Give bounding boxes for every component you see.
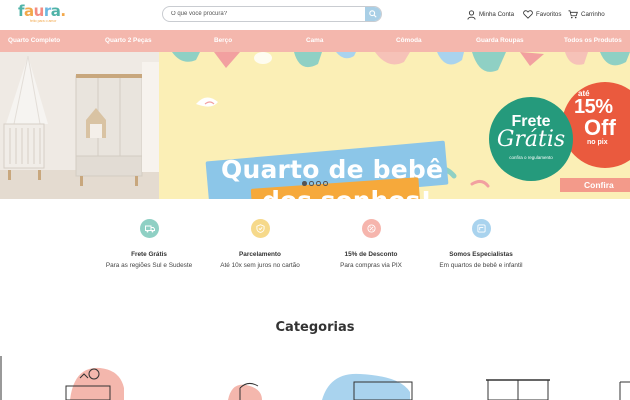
hero-banner[interactable]: Quarto de bebê dos sonhos! até 15% Off n… xyxy=(0,52,630,199)
discount-icon xyxy=(362,219,381,238)
logo-wordmark: faura. xyxy=(18,2,66,20)
category-wardrobe-art xyxy=(486,379,550,400)
user-icon xyxy=(467,9,476,20)
cart-icon xyxy=(568,10,578,19)
discount-suffix: no pix xyxy=(587,139,608,146)
favorites-link[interactable]: Favoritos xyxy=(523,8,561,21)
specialist-icon xyxy=(472,219,491,238)
feature-subtitle: Em quartos de bebê e infantil xyxy=(439,262,523,269)
search-button[interactable] xyxy=(365,7,381,21)
category-crib-art xyxy=(65,367,124,400)
nav-item-guarda-roupas[interactable]: Guarda Roupas xyxy=(476,30,524,52)
search-input[interactable] xyxy=(171,7,361,21)
nav-item-comoda[interactable]: Cômoda xyxy=(396,30,422,52)
installment-icon xyxy=(251,219,270,238)
free-shipping-note: confira o regulamento xyxy=(509,155,553,160)
search-bar xyxy=(162,6,382,22)
heart-icon xyxy=(523,10,533,19)
carousel-dot[interactable] xyxy=(323,181,328,186)
banner-cta-button[interactable]: Confira xyxy=(560,178,630,192)
nursery-photo xyxy=(0,52,159,199)
nav-item-cama[interactable]: Cama xyxy=(306,30,323,52)
nav-item-berco[interactable]: Berço xyxy=(214,30,232,52)
faura-logo[interactable]: faura. feito para o amor xyxy=(18,2,70,26)
cart-label: Carrinho xyxy=(581,11,605,18)
category-bed-art xyxy=(228,382,262,400)
category-illustrations xyxy=(0,356,630,400)
feature-title: Somos Especialistas xyxy=(449,251,513,258)
logo-tagline: feito para o amor xyxy=(30,19,57,23)
free-shipping-badge: Frete Grátis confira o regulamento xyxy=(489,97,573,181)
account-label: Minha Conta xyxy=(479,11,515,18)
category-nav: Quarto Completo Quarto 2 Peças Berço Cam… xyxy=(0,30,630,52)
carousel-dot[interactable] xyxy=(309,181,314,186)
truck-icon xyxy=(140,219,159,238)
nav-item-quarto-2-pecas[interactable]: Quarto 2 Peças xyxy=(105,30,152,52)
category-dresser-art xyxy=(322,373,413,400)
search-icon xyxy=(369,10,377,18)
discount-word: Off xyxy=(584,115,616,140)
account-link[interactable]: Minha Conta xyxy=(467,8,514,21)
feature-specialists: Somos Especialistas Em quartos de bebê e… xyxy=(416,219,546,273)
cart-link[interactable]: Carrinho xyxy=(568,8,605,21)
carousel-dots xyxy=(302,181,330,186)
favorites-label: Favoritos xyxy=(536,11,562,18)
nav-item-quarto-completo[interactable]: Quarto Completo xyxy=(8,30,60,52)
nav-item-todos-os-produtos[interactable]: Todos os Produtos xyxy=(564,30,622,52)
free-shipping-line2: Grátis xyxy=(496,127,566,152)
site-header: faura. feito para o amor Minha Conta Fav… xyxy=(0,0,630,30)
headline-line2: dos sonhos! xyxy=(262,186,432,199)
carousel-dot[interactable] xyxy=(316,181,321,186)
headline-line2-box: dos sonhos! xyxy=(250,177,432,199)
categories-heading: Categorias xyxy=(275,320,355,335)
carousel-dot[interactable] xyxy=(302,181,307,186)
